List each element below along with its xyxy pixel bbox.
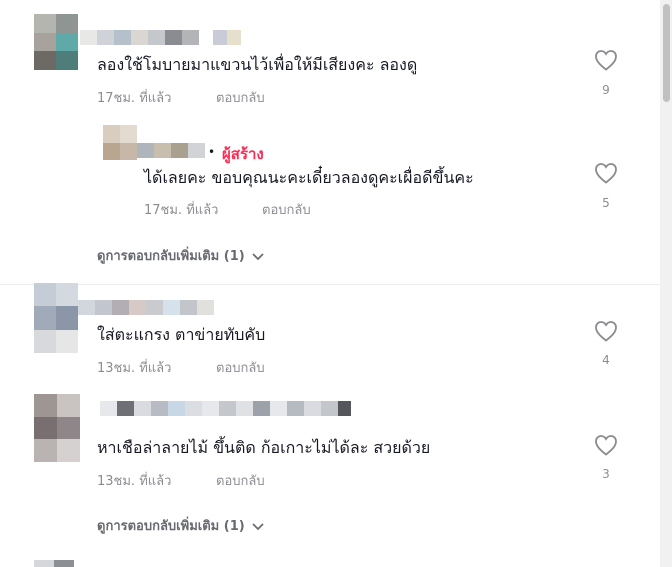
like-button[interactable]: [593, 162, 619, 184]
reply-button[interactable]: ตอบกลับ: [216, 474, 265, 490]
heart-outline-icon: [595, 321, 617, 342]
like-button[interactable]: [593, 49, 619, 71]
avatar[interactable]: [34, 394, 80, 462]
comment-text: ใส่ตะแกรง ตาข่ายทับคับ: [97, 325, 266, 344]
heart-outline-icon: [595, 435, 617, 456]
comment-time: 17ชม. ที่แล้ว: [97, 91, 172, 106]
scrollbar[interactable]: [660, 0, 672, 567]
like-button[interactable]: [593, 320, 619, 342]
comment-time: 13ชม. ที่แล้ว: [97, 474, 172, 489]
scrollbar-thumb[interactable]: [663, 4, 670, 102]
reply-button[interactable]: ตอบกลับ: [262, 203, 311, 219]
username-redacted[interactable]: [80, 30, 241, 45]
heart-outline-icon: [595, 163, 617, 184]
like-button[interactable]: [593, 434, 619, 456]
comment-text: ได้เลยคะ ขอบคุณนะคะเดี๋ยวลองดูคะเผื่อดีข…: [144, 168, 474, 187]
comment-time: 17ชม. ที่แล้ว: [144, 203, 219, 218]
like-count: 5: [602, 196, 610, 210]
comment-time: 13ชม. ที่แล้ว: [97, 361, 172, 376]
heart-outline-icon: [595, 50, 617, 71]
username-redacted[interactable]: [78, 300, 214, 315]
username-redacted[interactable]: [137, 143, 205, 158]
creator-badge: ผู้สร้าง: [222, 145, 264, 163]
view-more-replies-label: ดูการตอบกลับเพิ่มเติม (1): [97, 249, 245, 264]
view-more-replies-button[interactable]: ดูการตอบกลับเพิ่มเติม (1): [97, 249, 265, 265]
like-count: 3: [602, 467, 610, 481]
view-more-replies-button[interactable]: ดูการตอบกลับเพิ่มเติม (1): [97, 519, 265, 535]
divider: [0, 284, 660, 285]
comment-text: หาเชือล่าลายไม้ ขึ้นติด ก้อเกาะไม่ได้ละ …: [97, 438, 431, 457]
reply-button[interactable]: ตอบกลับ: [216, 91, 265, 107]
chevron-down-icon: [252, 523, 264, 531]
avatar[interactable]: [34, 283, 78, 353]
avatar[interactable]: [103, 125, 137, 160]
like-count: 4: [602, 353, 610, 367]
username-redacted[interactable]: [100, 401, 351, 416]
avatar[interactable]: [34, 14, 78, 70]
comment-text: ลองใช้โมบายมาแขวนไว้เพื่อให้มีเสียงคะ ลอ…: [97, 55, 418, 74]
reply-button[interactable]: ตอบกลับ: [216, 361, 265, 377]
separator-dot: •: [208, 145, 216, 159]
avatar[interactable]: [34, 560, 74, 567]
chevron-down-icon: [252, 253, 264, 261]
like-count: 9: [602, 83, 610, 97]
view-more-replies-label: ดูการตอบกลับเพิ่มเติม (1): [97, 519, 245, 534]
